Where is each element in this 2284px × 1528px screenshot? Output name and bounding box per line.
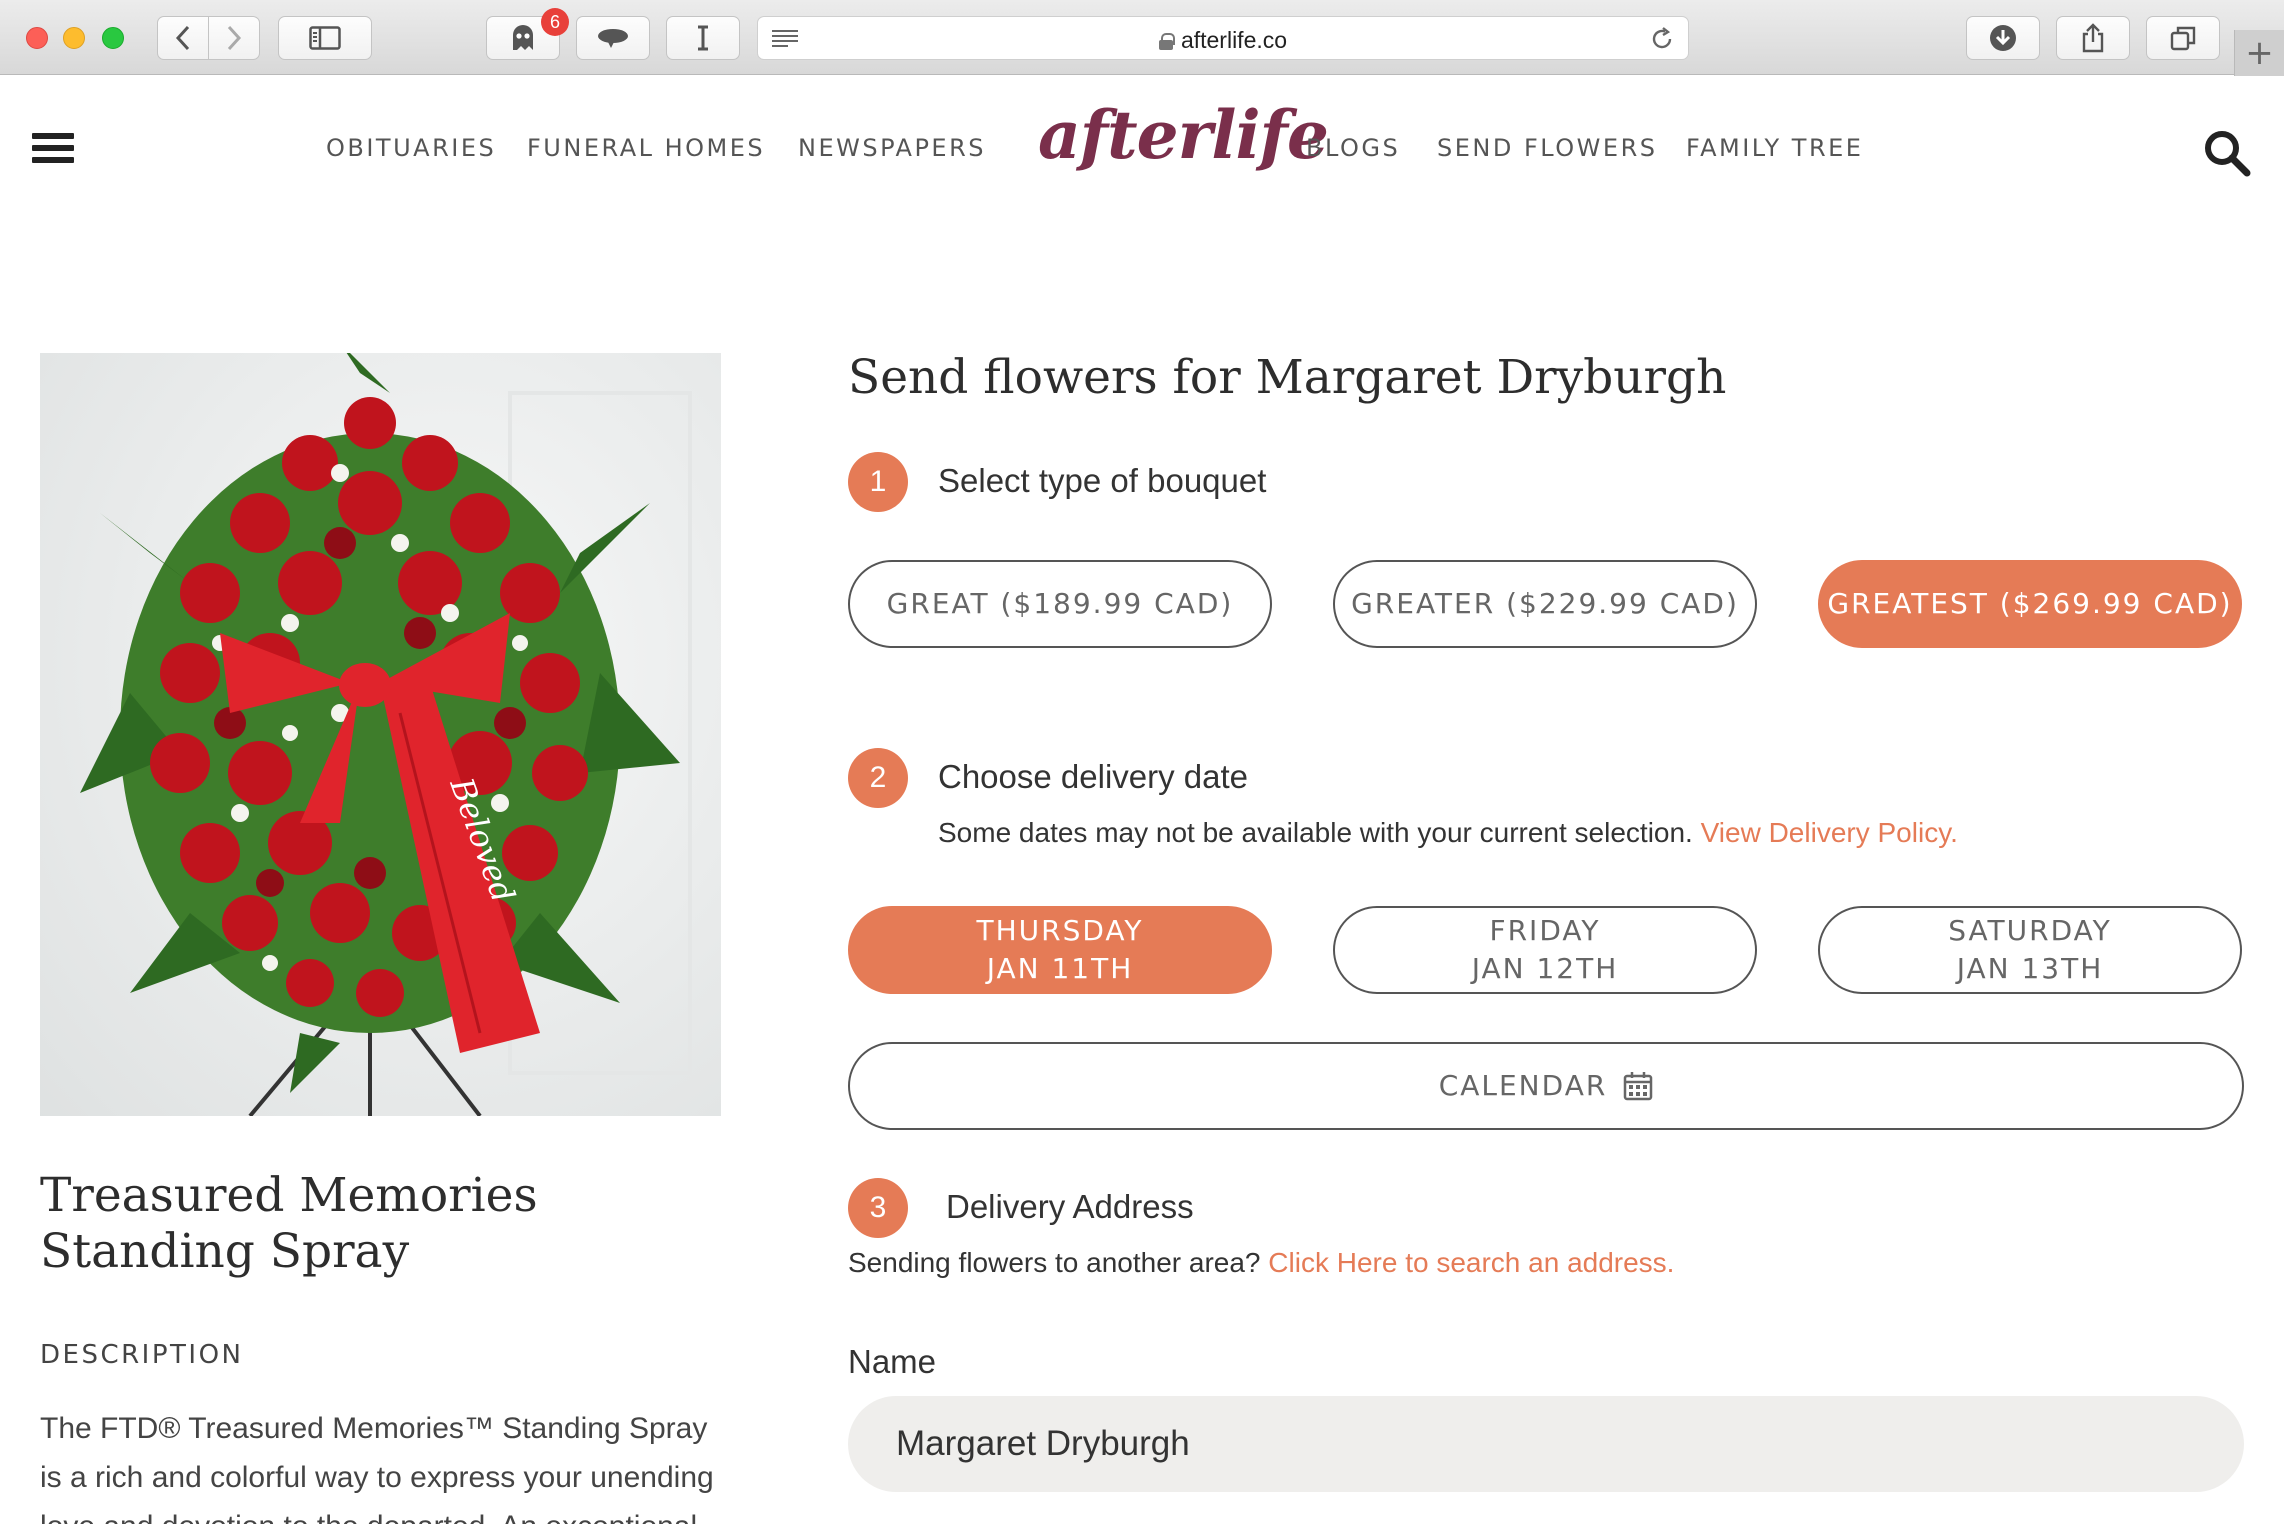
notification-badge: 6: [541, 8, 569, 36]
product-image: Beloved: [40, 353, 721, 1116]
new-tab-button[interactable]: +: [2234, 30, 2284, 76]
bouquet-option-great[interactable]: GREAT ($189.99 CAD): [848, 560, 1272, 648]
sidebar-icon: [309, 26, 341, 50]
step-1-badge: 1: [848, 452, 908, 512]
reload-icon[interactable]: [1650, 27, 1674, 51]
view-delivery-policy-link[interactable]: View Delivery Policy.: [1701, 817, 1958, 848]
step-2-badge: 2: [848, 748, 908, 808]
calendar-button[interactable]: CALENDAR: [848, 1042, 2244, 1130]
step-1-label: Select type of bouquet: [938, 462, 1267, 499]
step-3-badge: 3: [848, 1178, 908, 1238]
name-field-label: Name: [848, 1343, 937, 1380]
bouquet-option-greatest[interactable]: GREATEST ($269.99 CAD): [1818, 560, 2242, 648]
address-search-note: Sending flowers to another area? Click H…: [848, 1247, 1674, 1279]
calendar-icon: [1624, 1072, 1653, 1101]
lock-icon: [1158, 33, 1175, 50]
delivery-date-note: Some dates may not be available with you…: [938, 817, 1958, 849]
hamburger-menu-icon[interactable]: [32, 133, 74, 169]
description-heading: DESCRIPTION: [40, 1340, 244, 1370]
name-field[interactable]: [848, 1396, 2244, 1492]
nav-family-tree[interactable]: FAMILY TREE: [1686, 134, 1863, 162]
nav-funeral-homes[interactable]: FUNERAL HOMES: [527, 134, 765, 162]
share-icon: [2082, 23, 2104, 53]
extension-button[interactable]: [576, 16, 650, 60]
tabs-icon: [2170, 26, 2196, 51]
tabs-overview-button[interactable]: [2146, 16, 2220, 60]
afterlife-logo[interactable]: afterlife: [1038, 96, 1329, 174]
date-date: JAN 13TH: [1956, 952, 2104, 985]
download-icon: [1990, 25, 2016, 51]
instapaper-button[interactable]: [666, 16, 740, 60]
calendar-label: CALENDAR: [1438, 1069, 1608, 1102]
search-address-link[interactable]: Click Here to search an address.: [1268, 1247, 1674, 1278]
bird-icon: [598, 29, 628, 48]
address-search-note-text: Sending flowers to another area?: [848, 1247, 1261, 1278]
share-button[interactable]: [2056, 16, 2130, 60]
date-day: THURSDAY: [976, 914, 1144, 947]
plus-icon: +: [2245, 33, 2274, 73]
bouquet-option-label: GREATEST ($269.99 CAD): [1827, 587, 2233, 620]
bouquet-option-label: GREAT ($189.99 CAD): [886, 587, 1234, 620]
url-text: afterlife.co: [758, 27, 1688, 54]
nav-blogs[interactable]: BLOGS: [1306, 134, 1400, 162]
address-bar[interactable]: afterlife.co: [757, 16, 1689, 60]
date-option-thursday[interactable]: THURSDAY JAN 11TH: [848, 906, 1272, 994]
ghost-icon: [513, 25, 533, 50]
date-day: FRIDAY: [1489, 914, 1601, 947]
date-option-friday[interactable]: FRIDAY JAN 12TH: [1333, 906, 1757, 994]
minimize-window-button[interactable]: [63, 27, 85, 49]
bouquet-option-greater[interactable]: GREATER ($229.99 CAD): [1333, 560, 1757, 648]
nav-obituaries[interactable]: OBITUARIES: [326, 134, 496, 162]
date-day: SATURDAY: [1948, 914, 2112, 947]
step-2-label: Choose delivery date: [938, 758, 1249, 795]
nav-send-flowers[interactable]: SEND FLOWERS: [1437, 134, 1657, 162]
date-date: JAN 11TH: [986, 952, 1134, 985]
sidebar-button[interactable]: [278, 16, 372, 60]
product-title: Treasured Memories Standing Spray: [40, 1168, 538, 1279]
url-label: afterlife.co: [1180, 27, 1288, 53]
zoom-window-button[interactable]: [102, 27, 124, 49]
date-option-saturday[interactable]: SATURDAY JAN 13TH: [1818, 906, 2242, 994]
close-window-button[interactable]: [26, 27, 48, 49]
nav-newspapers[interactable]: NEWSPAPERS: [798, 134, 986, 162]
bouquet-option-label: GREATER ($229.99 CAD): [1351, 587, 1739, 620]
chevron-right-icon: [227, 25, 242, 51]
delivery-date-note-text: Some dates may not be available with you…: [938, 817, 1693, 848]
search-icon[interactable]: [2202, 128, 2252, 178]
forward-button[interactable]: [208, 16, 260, 60]
browser-toolbar: 6 afterlife.co +: [0, 0, 2284, 76]
back-button[interactable]: [157, 16, 209, 60]
chevron-left-icon: [175, 25, 190, 51]
step-3-label: Delivery Address: [946, 1188, 1194, 1225]
downloads-button[interactable]: [1966, 16, 2040, 60]
description-text: The FTD® Treasured Memories™ Standing Sp…: [40, 1412, 714, 1524]
page-title: Send flowers for Margaret Dryburgh: [848, 350, 1727, 405]
instapaper-icon: [698, 25, 708, 51]
date-date: JAN 12TH: [1471, 952, 1619, 985]
